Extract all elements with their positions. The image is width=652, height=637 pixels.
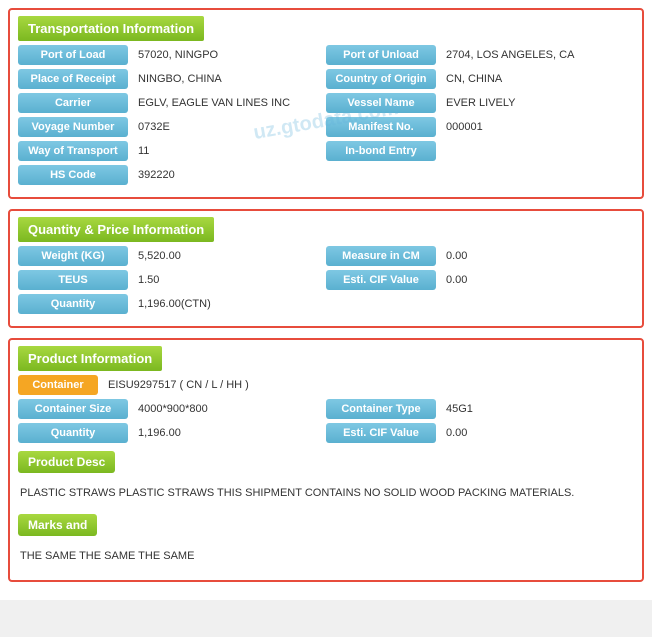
field-row-4: Voyage Number 0732E Manifest No. 000001 xyxy=(18,117,634,137)
marks-header: Marks and xyxy=(18,514,97,536)
transportation-header: Transportation Information xyxy=(18,16,204,41)
country-of-origin-label: Country of Origin xyxy=(326,69,436,89)
product-fields: Container EISU9297517 ( CN / L / HH ) Co… xyxy=(10,375,642,580)
teus-value: 1.50 xyxy=(134,272,326,288)
carrier-field: Carrier EGLV, EAGLE VAN LINES INC xyxy=(18,93,326,113)
product-section: Product Information Container EISU929751… xyxy=(8,338,644,582)
esti-cif-value-field: Esti. CIF Value 0.00 xyxy=(326,270,634,290)
weight-label: Weight (KG) xyxy=(18,246,128,266)
qty-field-row-1: Weight (KG) 5,520.00 Measure in CM 0.00 xyxy=(18,246,634,266)
container-label: Container xyxy=(18,375,98,395)
field-row-6: HS Code 392220 xyxy=(18,165,634,185)
product-esti-cif-field: Esti. CIF Value 0.00 xyxy=(326,423,634,443)
port-of-load-field: Port of Load 57020, NINGPO xyxy=(18,45,326,65)
container-value: EISU9297517 ( CN / L / HH ) xyxy=(104,377,634,393)
in-bond-entry-value xyxy=(442,149,634,153)
product-desc-header: Product Desc xyxy=(18,451,115,473)
container-row: Container EISU9297517 ( CN / L / HH ) xyxy=(18,375,634,395)
measure-in-cm-value: 0.00 xyxy=(442,248,634,264)
port-of-unload-label: Port of Unload xyxy=(326,45,436,65)
quantity-header: Quantity & Price Information xyxy=(18,217,214,242)
hs-code-label: HS Code xyxy=(18,165,128,185)
field-row-3: Carrier EGLV, EAGLE VAN LINES INC Vessel… xyxy=(18,93,634,113)
product-quantity-value: 1,196.00 xyxy=(134,425,326,441)
voyage-number-field: Voyage Number 0732E xyxy=(18,117,326,137)
quantity-value: 1,196.00(CTN) xyxy=(134,296,326,312)
container-size-field: Container Size 4000*900*800 xyxy=(18,399,326,419)
way-of-transport-value: 11 xyxy=(134,143,326,159)
country-of-origin-field: Country of Origin CN, CHINA xyxy=(326,69,634,89)
country-of-origin-value: CN, CHINA xyxy=(442,71,634,87)
teus-field: TEUS 1.50 xyxy=(18,270,326,290)
way-of-transport-field: Way of Transport 11 xyxy=(18,141,326,161)
carrier-label: Carrier xyxy=(18,93,128,113)
container-type-field: Container Type 45G1 xyxy=(326,399,634,419)
product-desc-text: PLASTIC STRAWS PLASTIC STRAWS THIS SHIPM… xyxy=(18,481,576,506)
measure-in-cm-label: Measure in CM xyxy=(326,246,436,266)
page-wrapper: Transportation Information uz.gtodata.co… xyxy=(0,0,652,600)
carrier-value: EGLV, EAGLE VAN LINES INC xyxy=(134,95,326,111)
port-of-unload-field: Port of Unload 2704, LOS ANGELES, CA xyxy=(326,45,634,65)
qty-field-row-3: Quantity 1,196.00(CTN) xyxy=(18,294,634,314)
transportation-section: Transportation Information uz.gtodata.co… xyxy=(8,8,644,199)
vessel-name-label: Vessel Name xyxy=(326,93,436,113)
quantity-section: Quantity & Price Information Weight (KG)… xyxy=(8,209,644,328)
quantity-label: Quantity xyxy=(18,294,128,314)
weight-value: 5,520.00 xyxy=(134,248,326,264)
product-field-row-2: Quantity 1,196.00 Esti. CIF Value 0.00 xyxy=(18,423,634,443)
in-bond-entry-field: In-bond Entry xyxy=(326,141,634,161)
esti-cif-value-label: Esti. CIF Value xyxy=(326,270,436,290)
quantity-field: Quantity 1,196.00(CTN) xyxy=(18,294,326,314)
place-of-receipt-value: NINGBO, CHINA xyxy=(134,71,326,87)
product-esti-cif-label: Esti. CIF Value xyxy=(326,423,436,443)
port-of-unload-value: 2704, LOS ANGELES, CA xyxy=(442,47,634,63)
port-of-load-label: Port of Load xyxy=(18,45,128,65)
marks-text: THE SAME THE SAME THE SAME xyxy=(18,544,196,569)
container-size-label: Container Size xyxy=(18,399,128,419)
container-type-value: 45G1 xyxy=(442,401,634,417)
product-field-row-1: Container Size 4000*900*800 Container Ty… xyxy=(18,399,634,419)
field-row-1: Port of Load 57020, NINGPO Port of Unloa… xyxy=(18,45,634,65)
product-quantity-field: Quantity 1,196.00 xyxy=(18,423,326,443)
vessel-name-field: Vessel Name EVER LIVELY xyxy=(326,93,634,113)
way-of-transport-label: Way of Transport xyxy=(18,141,128,161)
field-row-5: Way of Transport 11 In-bond Entry xyxy=(18,141,634,161)
port-of-load-value: 57020, NINGPO xyxy=(134,47,326,63)
voyage-number-value: 0732E xyxy=(134,119,326,135)
weight-field: Weight (KG) 5,520.00 xyxy=(18,246,326,266)
product-esti-cif-value: 0.00 xyxy=(442,425,634,441)
transportation-fields: uz.gtodata.com Port of Load 57020, NINGP… xyxy=(10,45,642,197)
vessel-name-value: EVER LIVELY xyxy=(442,95,634,111)
product-desc-text-row: PLASTIC STRAWS PLASTIC STRAWS THIS SHIPM… xyxy=(18,481,634,506)
field-row-2: Place of Receipt NINGBO, CHINA Country o… xyxy=(18,69,634,89)
product-header: Product Information xyxy=(18,346,162,371)
manifest-no-field: Manifest No. 000001 xyxy=(326,117,634,137)
place-of-receipt-label: Place of Receipt xyxy=(18,69,128,89)
hs-code-value: 392220 xyxy=(134,167,326,183)
product-quantity-label: Quantity xyxy=(18,423,128,443)
product-desc-row: Product Desc xyxy=(18,447,634,477)
manifest-no-value: 000001 xyxy=(442,119,634,135)
container-size-value: 4000*900*800 xyxy=(134,401,326,417)
place-of-receipt-field: Place of Receipt NINGBO, CHINA xyxy=(18,69,326,89)
voyage-number-label: Voyage Number xyxy=(18,117,128,137)
quantity-fields: Weight (KG) 5,520.00 Measure in CM 0.00 … xyxy=(10,246,642,326)
container-type-label: Container Type xyxy=(326,399,436,419)
marks-row: Marks and xyxy=(18,510,634,540)
teus-label: TEUS xyxy=(18,270,128,290)
hs-code-field: HS Code 392220 xyxy=(18,165,326,185)
in-bond-entry-label: In-bond Entry xyxy=(326,141,436,161)
qty-field-row-2: TEUS 1.50 Esti. CIF Value 0.00 xyxy=(18,270,634,290)
measure-in-cm-field: Measure in CM 0.00 xyxy=(326,246,634,266)
marks-text-row: THE SAME THE SAME THE SAME xyxy=(18,544,634,569)
esti-cif-value-value: 0.00 xyxy=(442,272,634,288)
manifest-no-label: Manifest No. xyxy=(326,117,436,137)
